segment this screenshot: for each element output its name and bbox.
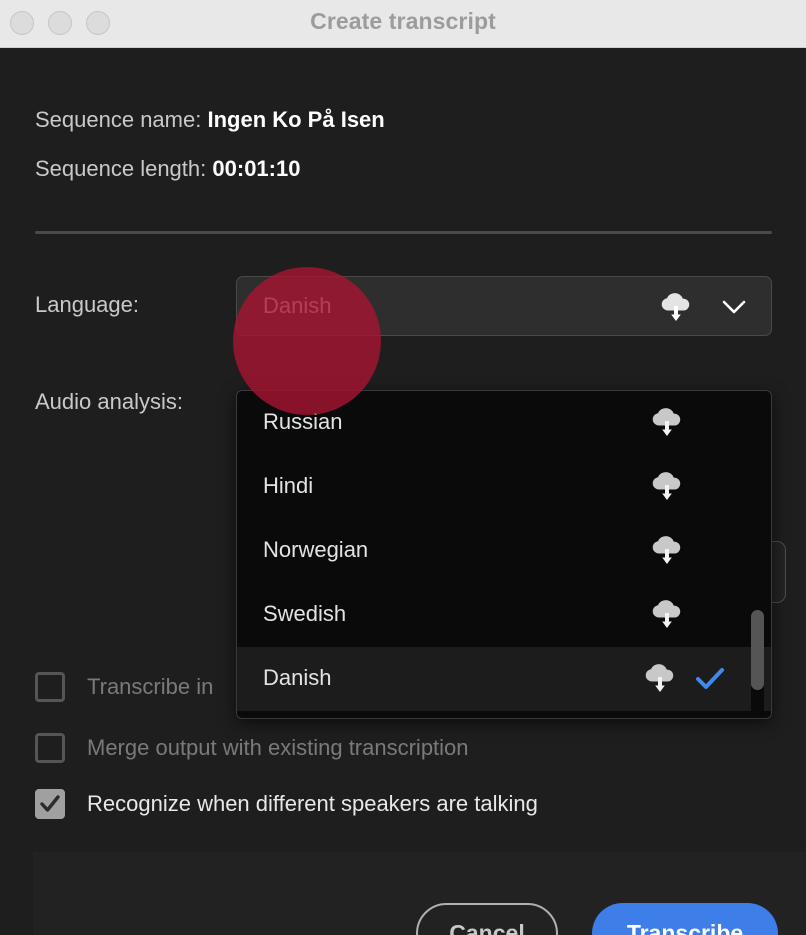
sequence-name-row: Sequence name: Ingen Ko På Isen	[35, 107, 385, 133]
transcribe-in-label: Transcribe in	[87, 674, 214, 699]
dropdown-scrollbar-track[interactable]	[751, 396, 764, 714]
audio-analysis-label: Audio analysis:	[35, 389, 183, 414]
merge-output-label: Merge output with existing transcription	[87, 735, 469, 760]
dropdown-option-label: Hindi	[263, 473, 314, 498]
language-select[interactable]: Danish	[236, 276, 772, 336]
chevron-down-icon[interactable]	[721, 297, 747, 322]
sequence-length-value: 00:01:10	[212, 156, 301, 181]
transcribe-in-checkbox[interactable]	[35, 672, 65, 702]
cloud-download-icon[interactable]	[642, 662, 678, 699]
checkmark-icon	[695, 667, 725, 696]
dropdown-option-swedish[interactable]: Swedish	[237, 583, 771, 647]
dropdown-option-norwegian[interactable]: Norwegian	[237, 519, 771, 583]
create-transcript-dialog: Create transcript Sequence name: Ingen K…	[0, 0, 806, 935]
language-dropdown-popup[interactable]: Russian Hindi Norwegian Swedish Danish	[236, 390, 772, 719]
cloud-download-icon[interactable]	[649, 534, 685, 571]
merge-output-checkbox[interactable]	[35, 733, 65, 763]
dropdown-option-label: Danish	[263, 665, 332, 690]
cloud-download-icon[interactable]	[649, 470, 685, 507]
dialog-body: Sequence name: Ingen Ko På Isen Sequence…	[0, 49, 806, 935]
sequence-name-value: Ingen Ko På Isen	[207, 107, 385, 132]
section-divider	[35, 231, 772, 234]
dropdown-option-danish[interactable]: Danish	[237, 647, 771, 711]
cloud-download-icon	[658, 291, 694, 328]
cloud-download-icon[interactable]	[649, 598, 685, 635]
language-select-value: Danish	[263, 293, 332, 318]
dropdown-option-russian[interactable]: Russian	[237, 391, 771, 455]
dropdown-option-hindi[interactable]: Hindi	[237, 455, 771, 519]
cancel-button[interactable]: Cancel	[416, 903, 558, 935]
dropdown-option-label: Norwegian	[263, 537, 369, 562]
sequence-length-label: Sequence length:	[35, 156, 207, 181]
cloud-download-icon[interactable]	[649, 406, 685, 443]
recognize-speakers-label: Recognize when different speakers are ta…	[87, 791, 538, 816]
sequence-name-label: Sequence name:	[35, 107, 202, 132]
transcribe-button[interactable]: Transcribe	[592, 903, 778, 935]
window-title-bar: Create transcript	[0, 0, 806, 48]
sequence-length-row: Sequence length: 00:01:10	[35, 156, 300, 182]
dropdown-option-label: Swedish	[263, 601, 347, 626]
dropdown-option-label: Russian	[263, 409, 343, 434]
window-title: Create transcript	[310, 8, 496, 34]
language-label: Language:	[35, 292, 139, 317]
recognize-speakers-checkbox[interactable]	[35, 789, 65, 819]
dropdown-scrollbar-thumb[interactable]	[751, 610, 764, 690]
